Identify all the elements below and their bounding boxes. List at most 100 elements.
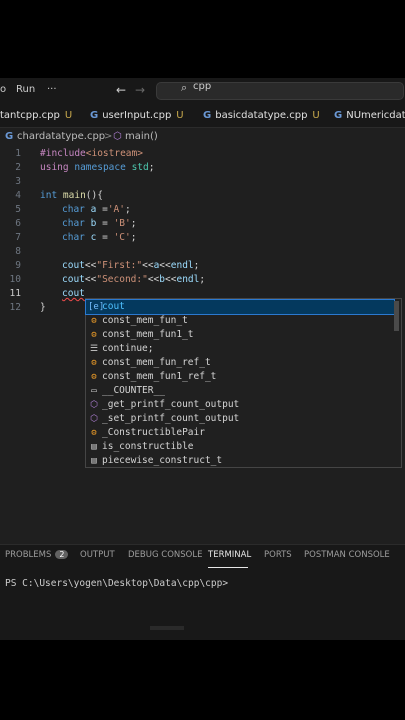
suggestion-label: const_mem_fun1_t — [102, 329, 194, 340]
class-icon: ⚙ — [91, 372, 97, 382]
code-line-7: char c = 'C'; — [62, 232, 137, 243]
suggestion-item[interactable]: [e] cout — [85, 299, 395, 315]
struct-icon: ▤ — [91, 456, 97, 466]
suggestion-label: __COUNTER__ — [102, 385, 165, 396]
untracked-badge: U — [176, 110, 184, 121]
status-item[interactable] — [150, 626, 184, 630]
suggestion-label: _get_printf_count_output — [102, 399, 240, 410]
suggestion-item[interactable]: ⬡ _get_printf_count_output — [86, 398, 394, 412]
command-center-text: cpp — [193, 81, 212, 92]
class-icon: ⚙ — [91, 358, 97, 368]
method-icon: ⬡ — [90, 414, 98, 424]
untracked-badge: U — [312, 110, 320, 121]
suggestion-item[interactable]: ▤ piecewise_construct_t — [86, 454, 394, 468]
constant-icon: ▭ — [91, 386, 97, 396]
suggestion-item[interactable]: ☰ continue; — [86, 342, 394, 356]
suggestion-label: const_mem_fun1_ref_t — [102, 371, 217, 382]
tab-ports[interactable]: PORTS — [264, 550, 292, 560]
line-number: 7 — [15, 232, 21, 243]
code-line-6: char b = 'B'; — [62, 218, 137, 229]
line-number: 10 — [9, 274, 21, 285]
line-number: 9 — [15, 260, 21, 271]
tab-userinput[interactable]: GuserInput.cpp U — [90, 104, 184, 128]
suggestion-label: piecewise_construct_t — [102, 455, 223, 466]
search-icon: ⌕ — [181, 81, 188, 94]
tab-numericdata[interactable]: GNUmericdata. — [334, 104, 405, 128]
tab-label: NUmericdata. — [346, 110, 405, 121]
tab-terminal[interactable]: TERMINAL — [208, 550, 251, 560]
suggestion-scrollbar[interactable] — [394, 301, 399, 331]
menu-item-go[interactable]: o — [0, 84, 6, 95]
vscode-window: o Run ··· ← → ⌕ cpp tantcpp.cpp U GuserIn… — [0, 78, 405, 640]
struct-icon: ▤ — [91, 442, 97, 452]
forward-arrow-icon[interactable]: → — [135, 83, 145, 97]
tab-postman-console[interactable]: POSTMAN CONSOLE — [304, 550, 390, 560]
line-number: 2 — [15, 162, 21, 173]
class-icon: ⚙ — [91, 330, 97, 340]
line-number: 5 — [15, 204, 21, 215]
terminal-prompt[interactable]: PS C:\Users\yogen\Desktop\Data\cpp\cpp> — [5, 578, 228, 589]
autocomplete-widget[interactable]: [e] cout ⚙ const_mem_fun_t ⚙ const_mem_fun1_t… — [85, 298, 402, 468]
suggestion-item[interactable]: ▤ is_constructible — [86, 440, 394, 454]
method-icon: ⬡ — [90, 400, 98, 410]
line-number-current: 11 — [9, 288, 21, 299]
code-line-12: } — [40, 302, 46, 313]
tab-output[interactable]: OUTPUT — [80, 550, 115, 560]
code-line-2: using namespace std; — [40, 162, 155, 173]
code-line-10: cout<<"Second:"<<b<<endl; — [62, 274, 206, 285]
tab-label: basicdatatype.cpp — [215, 110, 308, 121]
suggestion-label: _set_printf_count_output — [102, 413, 240, 424]
breadcrumb-file[interactable]: chardatatype.cpp — [17, 131, 105, 142]
cpp-file-icon: G — [203, 110, 212, 121]
line-number: 3 — [15, 176, 21, 187]
suggestion-label: continue; — [102, 343, 154, 354]
untracked-badge: U — [64, 110, 73, 121]
tab-problems[interactable]: PROBLEMS 2 — [5, 550, 69, 560]
line-number: 4 — [15, 190, 21, 201]
editor-tab-bar: tantcpp.cpp U GuserInput.cpp U Gbasicdatat… — [0, 104, 405, 128]
back-arrow-icon[interactable]: ← — [116, 83, 126, 97]
suggestion-item[interactable]: ▭ __COUNTER__ — [86, 384, 394, 398]
more-menu-icon[interactable]: ··· — [47, 84, 57, 95]
code-line-1: #include<iostream> — [40, 148, 143, 159]
tab-basicdatatype[interactable]: Gbasicdatatype.cpp U — [203, 104, 320, 128]
status-bar — [0, 624, 405, 640]
cpp-file-icon: G — [334, 110, 343, 121]
breadcrumb-separator: > — [104, 131, 113, 142]
function-icon: ⬡ — [113, 131, 122, 142]
active-tab-indicator — [208, 567, 248, 568]
menu-item-run[interactable]: Run — [16, 84, 35, 95]
tab-debug-console[interactable]: DEBUG CONSOLE — [128, 550, 202, 560]
tab-label: userInput.cpp — [102, 110, 172, 121]
tab-tantcpp[interactable]: tantcpp.cpp U — [0, 104, 72, 128]
suggestion-label: const_mem_fun_ref_t — [102, 357, 211, 368]
breadcrumb-symbol[interactable]: main() — [125, 131, 158, 142]
code-line-5: char a ='A'; — [62, 204, 131, 215]
suggestion-item[interactable]: ⚙ _ConstructiblePair — [86, 426, 394, 440]
cpp-file-icon: G — [90, 110, 99, 121]
suggestion-label: cout — [102, 301, 125, 312]
suggestion-item[interactable]: ⚙ const_mem_fun_ref_t — [86, 356, 394, 370]
code-line-4: int main(){ — [40, 190, 103, 201]
suggestion-item[interactable]: ⚙ const_mem_fun1_ref_t — [86, 370, 394, 384]
cpp-file-icon: G — [5, 131, 14, 142]
suggestion-item[interactable]: ⚙ const_mem_fun_t — [86, 314, 394, 328]
suggestion-label: _ConstructiblePair — [102, 427, 205, 438]
code-line-11: cout — [62, 288, 85, 299]
line-number: 6 — [15, 218, 21, 229]
tab-label: tantcpp.cpp — [0, 110, 60, 121]
line-number: 12 — [9, 302, 21, 313]
class-icon: ⚙ — [91, 316, 97, 326]
suggestion-label: const_mem_fun_t — [102, 315, 188, 326]
breadcrumb: G chardatatype.cpp > ⬡ main() — [0, 128, 405, 146]
suggestion-item[interactable]: ⬡ _set_printf_count_output — [86, 412, 394, 426]
line-number: 1 — [15, 148, 21, 159]
variable-icon: [e] — [88, 302, 105, 312]
problems-count-badge: 2 — [55, 550, 69, 559]
class-icon: ⚙ — [91, 428, 97, 438]
code-line-9: cout<<"First:"<<a<<endl; — [62, 260, 200, 271]
suggestion-label: is_constructible — [102, 441, 194, 452]
suggestion-item[interactable]: ⚙ const_mem_fun1_t — [86, 328, 394, 342]
line-number: 8 — [15, 246, 21, 257]
title-bar: o Run ··· ← → ⌕ cpp — [0, 78, 405, 104]
